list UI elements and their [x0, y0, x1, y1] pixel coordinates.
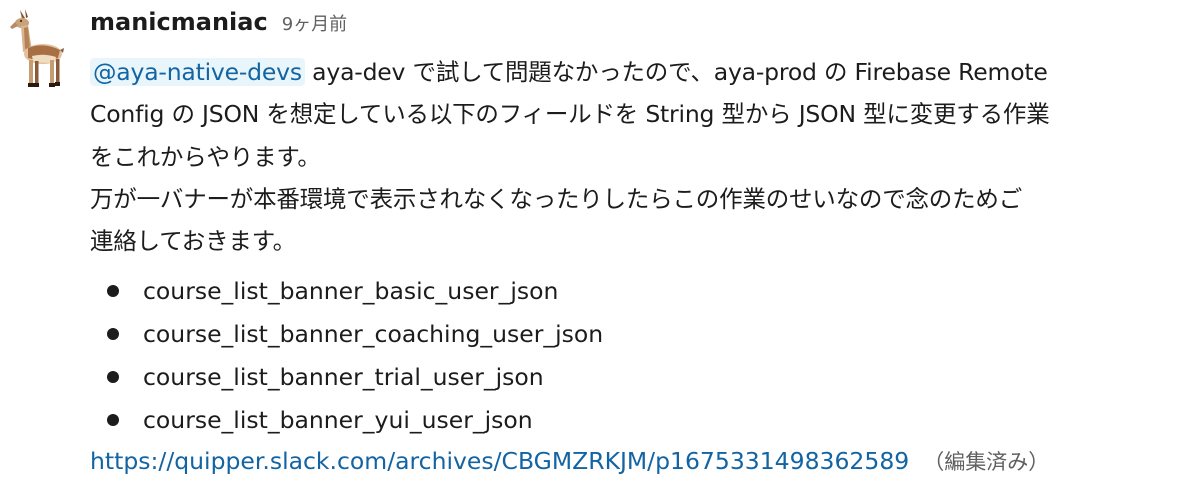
- bullet-icon: [107, 313, 121, 356]
- bullet-icon: [107, 270, 121, 313]
- edited-label: （編集済み）: [923, 450, 1050, 475]
- message-line-5: 連絡しておきます。: [90, 227, 296, 256]
- list-item-text: course_list_banner_yui_user_json: [143, 406, 533, 435]
- field-list: course_list_banner_basic_user_json cours…: [90, 270, 1190, 442]
- archive-link[interactable]: https://quipper.slack.com/archives/CBGMZ…: [90, 447, 909, 475]
- list-item: course_list_banner_yui_user_json: [90, 399, 1190, 442]
- message-text-1: aya-dev で試して問題なかったので、aya-prod の Firebase…: [304, 58, 1048, 86]
- list-item: course_list_banner_coaching_user_json: [90, 313, 1190, 356]
- message-line-2: Config の JSON を想定している以下のフィールドを String 型か…: [90, 100, 1050, 129]
- list-item: course_list_banner_trial_user_json: [90, 356, 1190, 399]
- avatar[interactable]: [6, 6, 66, 92]
- message-body: @aya-native-devs aya-dev で試して問題なかったので、ay…: [90, 51, 1190, 262]
- list-item-text: course_list_banner_basic_user_json: [143, 277, 559, 306]
- list-item: course_list_banner_basic_user_json: [90, 270, 1190, 313]
- llama-icon: [10, 9, 64, 87]
- message-header: manicmaniac 9ヶ月前: [90, 8, 1190, 48]
- list-item-text: course_list_banner_trial_user_json: [143, 363, 544, 392]
- message-line-1: @aya-native-devs aya-dev で試して問題なかったので、ay…: [90, 51, 1190, 93]
- message-line-4: 万が一バナーが本番環境で表示されなくなったりしたらこの作業のせいなので念のためご: [90, 184, 1022, 213]
- timestamp[interactable]: 9ヶ月前: [282, 10, 347, 36]
- list-item-text: course_list_banner_coaching_user_json: [143, 320, 604, 349]
- message-footer: https://quipper.slack.com/archives/CBGMZ…: [90, 440, 1190, 483]
- message-line-3: をこれからやります。: [90, 142, 321, 171]
- message-content: manicmaniac 9ヶ月前 @aya-native-devs aya-de…: [90, 8, 1190, 483]
- bullet-icon: [107, 356, 121, 399]
- username[interactable]: manicmaniac: [90, 8, 268, 36]
- mention-link[interactable]: @aya-native-devs: [90, 58, 305, 86]
- bullet-icon: [107, 399, 121, 442]
- message: manicmaniac 9ヶ月前 @aya-native-devs aya-de…: [0, 0, 1200, 501]
